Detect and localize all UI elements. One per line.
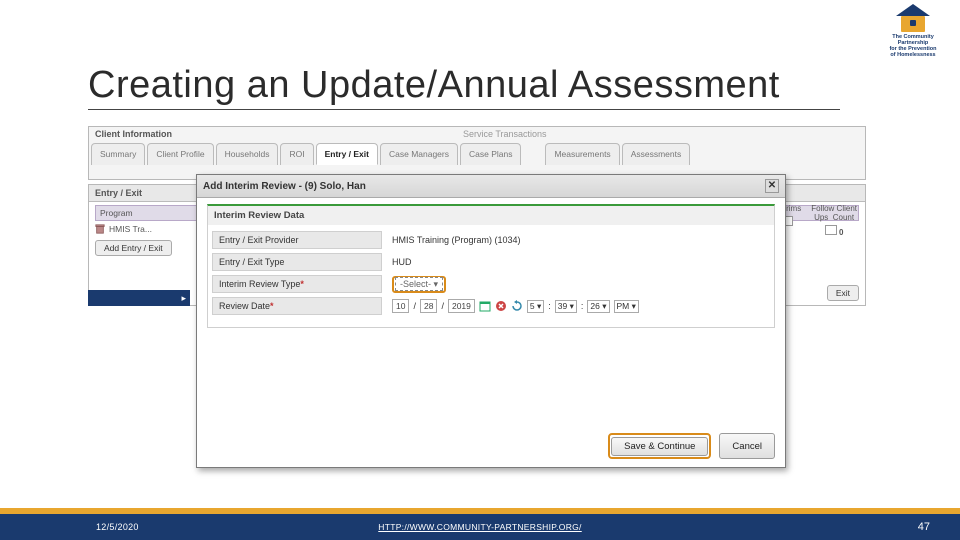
trash-icon[interactable] [95, 224, 105, 234]
close-icon[interactable]: ✕ [765, 179, 779, 193]
cancel-button[interactable]: Cancel [719, 433, 775, 459]
tab-case-plans[interactable]: Case Plans [460, 143, 521, 165]
clear-date-icon[interactable] [495, 300, 507, 312]
required-asterisk: * [270, 301, 274, 311]
tab-row: Summary Client Profile Households ROI En… [91, 143, 690, 165]
tab-summary[interactable]: Summary [91, 143, 145, 165]
tab-measurements[interactable]: Measurements [545, 143, 619, 165]
program-label: Program [100, 208, 133, 218]
followups-count-icon[interactable] [825, 225, 837, 235]
collapse-arrow-icon: ▸ [181, 293, 186, 304]
interim-review-section-header: Interim Review Data [208, 206, 774, 225]
modal-title-text: Add Interim Review - (9) Solo, Han [203, 181, 366, 192]
row-entry-exit-type: Entry / Exit Type HUD [212, 251, 770, 273]
value-entry-exit-type: HUD [382, 257, 412, 267]
review-time-hour[interactable]: 5 ▾ [527, 300, 544, 313]
interim-review-section: Interim Review Data Entry / Exit Provide… [207, 204, 775, 328]
logo-text: The Community Partnership for the Preven… [884, 34, 942, 58]
review-date-month[interactable]: 10 [392, 299, 409, 313]
hmis-training-text: HMIS Tra... [109, 224, 152, 234]
highlight-save-continue: Save & Continue [608, 433, 711, 459]
review-time-min[interactable]: 39 ▾ [555, 300, 577, 313]
review-time-ampm[interactable]: PM ▾ [614, 300, 639, 313]
interim-review-type-select[interactable]: -Select- ▾ [395, 277, 443, 291]
footer-url[interactable]: HTTP://WWW.COMMUNITY-PARTNERSHIP.ORG/ [0, 522, 960, 532]
modal-titlebar: Add Interim Review - (9) Solo, Han ✕ [197, 175, 785, 198]
add-interim-review-modal: Add Interim Review - (9) Solo, Han ✕ Int… [196, 174, 786, 468]
tab-client-profile[interactable]: Client Profile [147, 143, 213, 165]
exit-button[interactable]: Exit [827, 285, 859, 301]
row-interim-review-type: Interim Review Type* -Select- ▾ [212, 273, 770, 295]
row-review-date: Review Date* 10 / 28 / 2019 5 ▾ : 39 ▾ :… [212, 295, 770, 317]
chevron-down-icon: ▾ [434, 279, 439, 289]
logo-house-icon [896, 4, 930, 32]
label-entry-exit-type: Entry / Exit Type [212, 253, 382, 271]
value-review-date: 10 / 28 / 2019 5 ▾ : 39 ▾ : 26 ▾ PM ▾ [382, 299, 639, 313]
review-date-day[interactable]: 28 [420, 299, 437, 313]
follow-ups-label: Follow ClientUps Count [811, 204, 857, 222]
slide-title: Creating an Update/Annual Assessment [88, 64, 840, 110]
slide-footer: 12/5/2020 HTTP://WWW.COMMUNITY-PARTNERSH… [0, 508, 960, 540]
blue-footer-bar: 12/5/2020 HTTP://WWW.COMMUNITY-PARTNERSH… [0, 514, 960, 540]
label-review-date: Review Date* [212, 297, 382, 315]
tab-entry-exit[interactable]: Entry / Exit [316, 143, 378, 165]
calendar-icon[interactable] [479, 300, 491, 312]
service-transactions-header: Service Transactions [463, 129, 547, 139]
highlight-review-type: -Select- ▾ [392, 276, 446, 293]
client-info-header: Client Information [95, 129, 172, 139]
value-provider: HMIS Training (Program) (1034) [382, 235, 521, 245]
review-date-year[interactable]: 2019 [448, 299, 475, 313]
required-asterisk: * [300, 279, 304, 289]
review-time-sec[interactable]: 26 ▾ [587, 300, 609, 313]
refresh-icon[interactable] [511, 300, 523, 312]
modal-footer: Save & Continue Cancel [608, 433, 775, 459]
save-continue-button[interactable]: Save & Continue [611, 437, 708, 456]
background-tabstrip: Client Information Service Transactions … [88, 126, 866, 180]
screenshot-composite: Client Information Service Transactions … [88, 126, 866, 468]
tab-case-managers[interactable]: Case Managers [380, 143, 458, 165]
tab-assessments[interactable]: Assessments [622, 143, 691, 165]
add-entry-exit-button[interactable]: Add Entry / Exit [95, 240, 172, 256]
label-provider: Entry / Exit Provider [212, 231, 382, 249]
tab-households[interactable]: Households [216, 143, 279, 165]
row-provider: Entry / Exit Provider HMIS Training (Pro… [212, 229, 770, 251]
tab-roi[interactable]: ROI [280, 143, 313, 165]
label-interim-review-type: Interim Review Type* [212, 275, 382, 293]
collapse-bar[interactable]: ▸ [88, 290, 190, 306]
followups-count-value: 0 [839, 228, 843, 237]
org-logo: The Community Partnership for the Preven… [884, 4, 942, 62]
footer-page-number: 47 [918, 521, 930, 533]
